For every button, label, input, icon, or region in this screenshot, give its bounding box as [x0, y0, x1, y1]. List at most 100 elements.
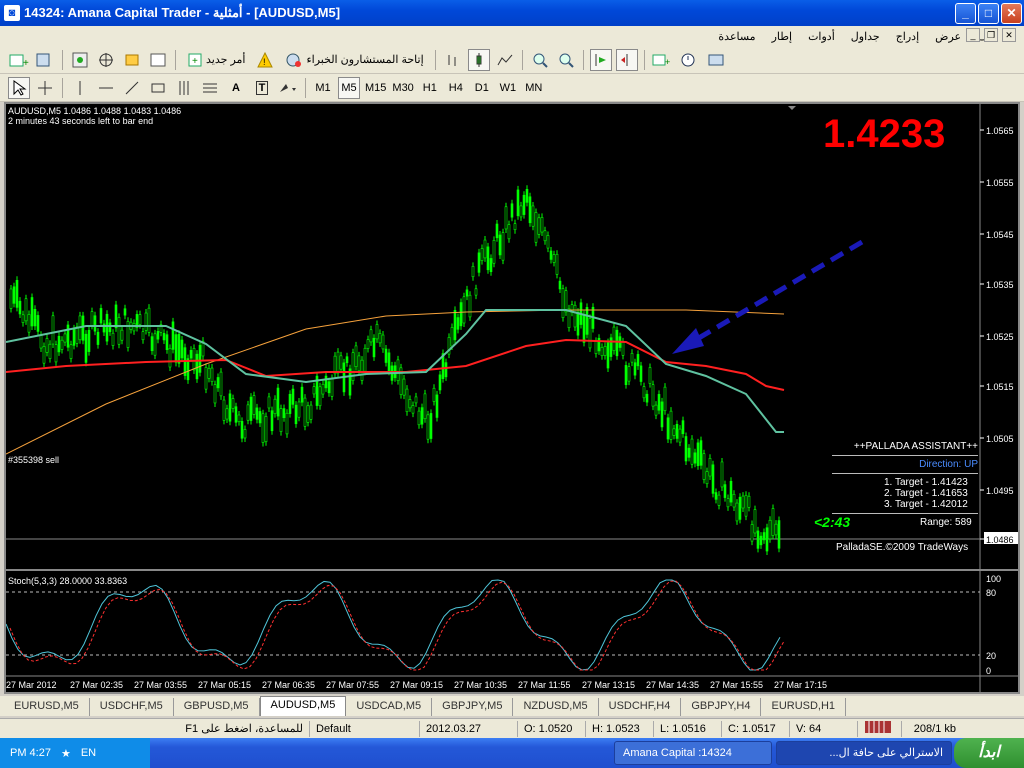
candle [558, 280, 562, 290]
fibonacci-icon[interactable] [199, 77, 221, 99]
menu-view[interactable]: عرض [927, 30, 969, 43]
candlestick-icon[interactable] [467, 48, 490, 71]
tab-gbpusd-m5[interactable]: GBPUSD,M5 [173, 698, 260, 716]
indicators-icon[interactable]: + [651, 49, 675, 71]
profiles-icon[interactable] [34, 49, 56, 71]
candle [321, 383, 325, 395]
language-icon[interactable]: ★ [61, 747, 71, 760]
tab-usdcad-m5[interactable]: USDCAD,M5 [346, 698, 433, 716]
window-title: 14324: Amana Capital Trader - أمثلية - [… [24, 5, 341, 20]
tf-w1[interactable]: W1 [497, 77, 519, 99]
navigator-icon[interactable] [121, 49, 143, 71]
tab-usdchf-h4[interactable]: USDCHF,H4 [598, 698, 682, 716]
taskbar-mt4-button[interactable]: Amana Capital :14324 [614, 741, 772, 765]
standard-toolbar: + + أمر جديد ! إتاحة المستشارون الخبراء + [0, 46, 1024, 74]
arrows-icon[interactable] [277, 77, 299, 99]
trendline-icon[interactable] [121, 77, 143, 99]
candle [177, 333, 181, 364]
tab-audusd-m5[interactable]: AUDUSD,M5 [259, 696, 347, 716]
text-label-icon[interactable]: T [251, 77, 273, 99]
templates-icon[interactable] [707, 49, 731, 71]
tf-d1[interactable]: D1 [471, 77, 493, 99]
periods-clock-icon[interactable] [679, 49, 703, 71]
menu-tools[interactable]: أدوات [800, 30, 843, 43]
tf-m15[interactable]: M15 [364, 77, 387, 99]
tab-nzdusd-m5[interactable]: NZDUSD,M5 [513, 698, 599, 716]
candle [120, 329, 124, 341]
candle [312, 386, 316, 395]
price-chart[interactable]: 1.0565 1.0555 1.0545 1.0535 1.0525 1.0515 1.05… [6, 104, 1018, 692]
tf-m30[interactable]: M30 [391, 77, 414, 99]
menu-window[interactable]: إطار [764, 30, 800, 43]
tab-usdchf-m5[interactable]: USDCHF,M5 [89, 698, 174, 716]
mdi-close-button[interactable]: ✕ [1002, 28, 1016, 42]
minimize-button[interactable]: _ [955, 2, 976, 24]
tab-gbpjpy-h4[interactable]: GBPJPY,H4 [681, 698, 762, 716]
menu-insert[interactable]: إدراج [888, 30, 927, 43]
start-button[interactable]: ابدأ [954, 738, 1024, 768]
zoom-out-icon[interactable] [555, 49, 577, 71]
candle [753, 509, 757, 534]
tf-m5[interactable]: M5 [338, 76, 360, 99]
candle [765, 527, 769, 552]
candle [462, 296, 466, 324]
bar-chart-icon[interactable] [442, 49, 464, 71]
gann-icon[interactable] [173, 77, 195, 99]
candle [471, 266, 475, 278]
candle [285, 412, 289, 435]
candle [510, 203, 514, 218]
autoscroll-icon[interactable] [589, 48, 612, 71]
candle [477, 252, 481, 273]
menu-charts[interactable]: جداول [843, 30, 888, 43]
crosshair-icon[interactable] [34, 77, 56, 99]
new-chart-icon[interactable]: + [8, 49, 30, 71]
terminal-icon[interactable] [147, 49, 169, 71]
tf-h1[interactable]: H1 [419, 77, 441, 99]
svg-text:+: + [23, 58, 29, 68]
tab-eurusd-h1[interactable]: EURUSD,H1 [761, 698, 847, 716]
tab-eurusd-m5[interactable]: EURUSD,M5 [4, 698, 90, 716]
pallada-copyright: PalladaSE.©2009 TradeWays [836, 542, 969, 553]
candle [501, 232, 505, 261]
tf-mn[interactable]: MN [523, 77, 545, 99]
tf-h4[interactable]: H4 [445, 77, 467, 99]
candle [507, 224, 511, 240]
candle [684, 436, 688, 462]
candle [144, 312, 148, 331]
market-watch-icon[interactable] [69, 49, 91, 71]
taskbar-browser-button[interactable]: الاسترالي على حافة ال... [776, 741, 952, 765]
chart-shift-icon[interactable] [615, 48, 638, 71]
menu-help[interactable]: مساعدة [710, 30, 763, 43]
chart-ohlc-line: AUDUSD,M5 1.0486 1.0488 1.0483 1.0486 [8, 106, 182, 116]
warning-icon[interactable]: ! [254, 49, 276, 71]
app-icon: ◙ [4, 5, 20, 21]
crosshair-move-icon[interactable] [95, 49, 117, 71]
zoom-in-icon[interactable] [529, 49, 551, 71]
candle [168, 348, 172, 368]
horizontal-line-icon[interactable] [95, 77, 117, 99]
candle [489, 258, 493, 273]
close-button[interactable]: ✕ [1001, 2, 1022, 24]
maximize-button[interactable]: □ [978, 2, 999, 24]
candle [627, 366, 631, 382]
new-order-button[interactable]: + أمر جديد [182, 49, 250, 71]
expert-advisors-button[interactable]: إتاحة المستشارون الخبراء [280, 49, 428, 71]
mdi-minimize-button[interactable]: _ [966, 28, 980, 42]
tab-gbpjpy-m5[interactable]: GBPJPY,M5 [432, 698, 514, 716]
mdi-restore-button[interactable]: ❐ [984, 28, 998, 42]
language-indicator[interactable]: EN [81, 747, 96, 759]
pallada-panel: ++PALLADA ASSISTANT++ Direction: UP 1. T… [832, 441, 978, 528]
vertical-line-icon[interactable] [69, 77, 91, 99]
status-profile: Default [310, 720, 420, 737]
line-chart-icon[interactable] [494, 49, 516, 71]
tf-m1[interactable]: M1 [312, 77, 334, 99]
text-icon[interactable]: A [225, 77, 247, 99]
candle [300, 386, 304, 403]
clock[interactable]: PM 4:27 [10, 747, 51, 759]
chart-window[interactable]: 1.0565 1.0555 1.0545 1.0535 1.0525 1.0515 1.05… [4, 102, 1020, 694]
candle [420, 407, 424, 425]
channel-icon[interactable] [147, 77, 169, 99]
cursor-icon[interactable] [8, 76, 30, 99]
candle [258, 411, 262, 424]
candle [303, 397, 307, 427]
